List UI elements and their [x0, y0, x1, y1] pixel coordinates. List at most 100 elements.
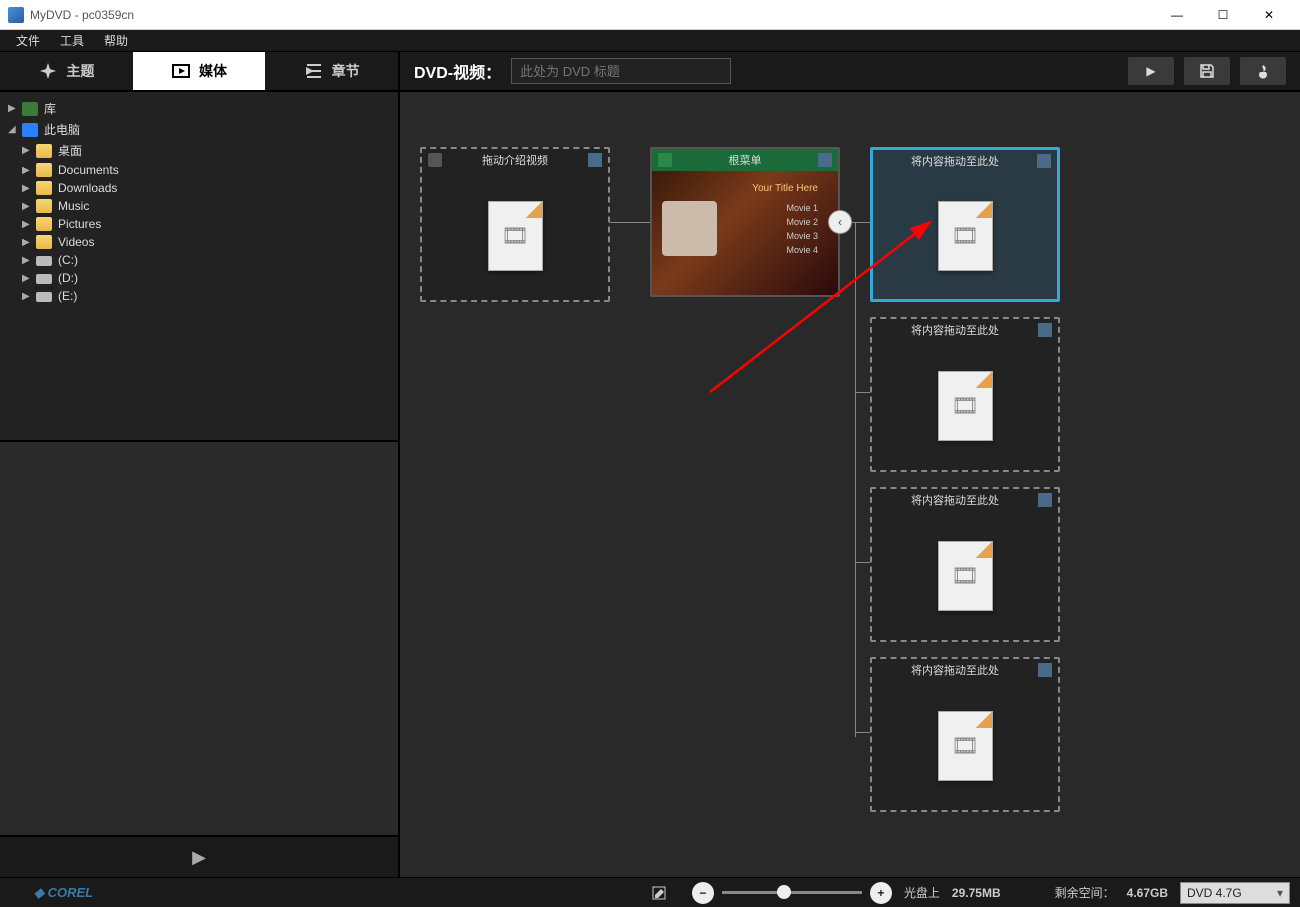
disk-icon	[36, 292, 52, 302]
caret-icon: ▶	[22, 183, 34, 194]
folder-icon	[36, 235, 52, 249]
menubar: 文件 工具 帮助	[0, 30, 1300, 52]
media-preview-area	[0, 442, 398, 837]
tree-item-label: (D:)	[58, 271, 78, 285]
disc-type-select[interactable]: DVD 4.7G	[1180, 882, 1290, 904]
tree-item-label: Documents	[58, 163, 119, 177]
menu-thumb-item: Movie 1	[786, 201, 818, 215]
caret-icon: ▶	[22, 145, 34, 156]
library-icon	[22, 102, 38, 116]
tree-item-documents[interactable]: ▶Documents	[4, 161, 394, 179]
slot-options-icon[interactable]	[1038, 663, 1052, 677]
menu-tools[interactable]: 工具	[50, 30, 94, 51]
slot-header: 根菜单	[652, 149, 838, 171]
slot-header: 将内容拖动至此处	[872, 489, 1058, 511]
menu-thumb-item: Movie 4	[786, 243, 818, 257]
chapters-icon	[304, 61, 324, 81]
tree-item-downloads[interactable]: ▶Downloads	[4, 179, 394, 197]
folder-tree[interactable]: ▶ 库 ◢ 此电脑 ▶桌面 ▶Documents ▶Downloads ▶Mus…	[0, 92, 398, 442]
slot-options-icon[interactable]	[818, 153, 832, 167]
intro-video-slot[interactable]: 拖动介绍视频	[420, 147, 610, 302]
close-button[interactable]: ✕	[1246, 0, 1292, 30]
zoom-out-button[interactable]: −	[692, 882, 714, 904]
media-placeholder-icon	[938, 201, 993, 271]
disk-icon	[36, 274, 52, 284]
corel-logo: ◆ COREL	[34, 885, 93, 901]
tab-theme[interactable]: 主题	[0, 52, 133, 90]
slot-body[interactable]	[872, 681, 1058, 810]
slot-body[interactable]	[422, 171, 608, 300]
folder-icon	[36, 199, 52, 213]
root-menu-slot[interactable]: 根菜单 Your Title Here Movie 1 Movie 2 Movi…	[650, 147, 840, 297]
content-slot-4[interactable]: 将内容拖动至此处	[870, 657, 1060, 812]
slot-options-icon[interactable]	[1037, 154, 1051, 168]
dvd-title-input[interactable]	[511, 58, 731, 84]
tree-this-pc[interactable]: ◢ 此电脑	[4, 119, 394, 140]
content-slot-1[interactable]: 将内容拖动至此处	[870, 147, 1060, 302]
theme-icon	[38, 61, 58, 81]
dvd-structure-canvas[interactable]: 拖动介绍视频 根菜单 Your Title Here Movie 1	[400, 92, 1300, 877]
space-left-label: 剩余空间：	[1055, 884, 1115, 901]
caret-icon: ▶	[8, 103, 20, 114]
tab-theme-label: 主题	[66, 61, 94, 81]
caret-icon: ▶	[22, 255, 34, 266]
tab-media[interactable]: 媒体	[133, 52, 266, 90]
minimize-button[interactable]: —	[1154, 0, 1200, 30]
pc-icon	[22, 123, 38, 137]
slot-body[interactable]	[872, 341, 1058, 470]
zoom-control: − +	[692, 882, 892, 904]
content-slot-3[interactable]: 将内容拖动至此处	[870, 487, 1060, 642]
slot-body[interactable]: Your Title Here Movie 1 Movie 2 Movie 3 …	[652, 171, 838, 295]
tree-item-drive-e[interactable]: ▶(E:)	[4, 287, 394, 305]
tree-library[interactable]: ▶ 库	[4, 98, 394, 119]
media-placeholder-icon	[938, 371, 993, 441]
preview-play-button[interactable]: ▶	[192, 847, 206, 868]
brand-text: COREL	[48, 885, 94, 900]
menu-thumb-title: Your Title Here	[752, 183, 818, 194]
home-icon	[658, 153, 672, 167]
tree-library-label: 库	[44, 100, 56, 117]
menu-help[interactable]: 帮助	[94, 30, 138, 51]
caret-icon: ▶	[22, 201, 34, 212]
caret-icon: ▶	[22, 219, 34, 230]
tree-item-desktop[interactable]: ▶桌面	[4, 140, 394, 161]
maximize-button[interactable]: ☐	[1200, 0, 1246, 30]
tree-item-pictures[interactable]: ▶Pictures	[4, 215, 394, 233]
preview-button[interactable]: ▶	[1128, 57, 1174, 85]
zoom-in-button[interactable]: +	[870, 882, 892, 904]
app-icon	[8, 7, 24, 23]
root-menu-label: 根菜单	[678, 152, 812, 168]
content-slot-label: 将内容拖动至此处	[879, 153, 1031, 169]
tab-chapters[interactable]: 章节	[265, 52, 398, 90]
left-panel: 主题 媒体 章节 ▶ 库 ◢	[0, 52, 400, 877]
collapse-toggle-button[interactable]: ‹	[828, 210, 852, 234]
tree-item-drive-c[interactable]: ▶ (C:)	[4, 251, 394, 269]
slot-options-icon[interactable]	[588, 153, 602, 167]
slot-header: 将内容拖动至此处	[873, 150, 1057, 172]
dvd-video-label: DVD-视频：	[414, 59, 501, 83]
connector-line	[855, 562, 870, 563]
window-title: MyDVD - pc0359cn	[30, 8, 1154, 22]
save-button[interactable]	[1184, 57, 1230, 85]
tree-item-music[interactable]: ▶Music	[4, 197, 394, 215]
main-area: 主题 媒体 章节 ▶ 库 ◢	[0, 52, 1300, 877]
edit-notes-button[interactable]	[640, 881, 680, 905]
connector-line	[610, 222, 650, 223]
slot-body[interactable]	[872, 511, 1058, 640]
zoom-thumb[interactable]	[777, 885, 791, 899]
tree-item-drive-d[interactable]: ▶(D:)	[4, 269, 394, 287]
slot-options-icon[interactable]	[1038, 323, 1052, 337]
menu-file[interactable]: 文件	[6, 30, 50, 51]
disc-type-value: DVD 4.7G	[1187, 886, 1242, 900]
tree-item-videos[interactable]: ▶Videos	[4, 233, 394, 251]
content-slot-2[interactable]: 将内容拖动至此处	[870, 317, 1060, 472]
burn-button[interactable]	[1240, 57, 1286, 85]
disk-icon	[36, 256, 52, 266]
slot-options-icon[interactable]	[1038, 493, 1052, 507]
tree-item-label: (C:)	[58, 253, 78, 267]
zoom-slider[interactable]	[722, 891, 862, 894]
window-titlebar: MyDVD - pc0359cn — ☐ ✕	[0, 0, 1300, 30]
menu-thumbnail: Your Title Here Movie 1 Movie 2 Movie 3 …	[652, 171, 838, 295]
menu-thumb-items: Movie 1 Movie 2 Movie 3 Movie 4	[786, 201, 818, 257]
slot-body[interactable]	[873, 172, 1057, 299]
